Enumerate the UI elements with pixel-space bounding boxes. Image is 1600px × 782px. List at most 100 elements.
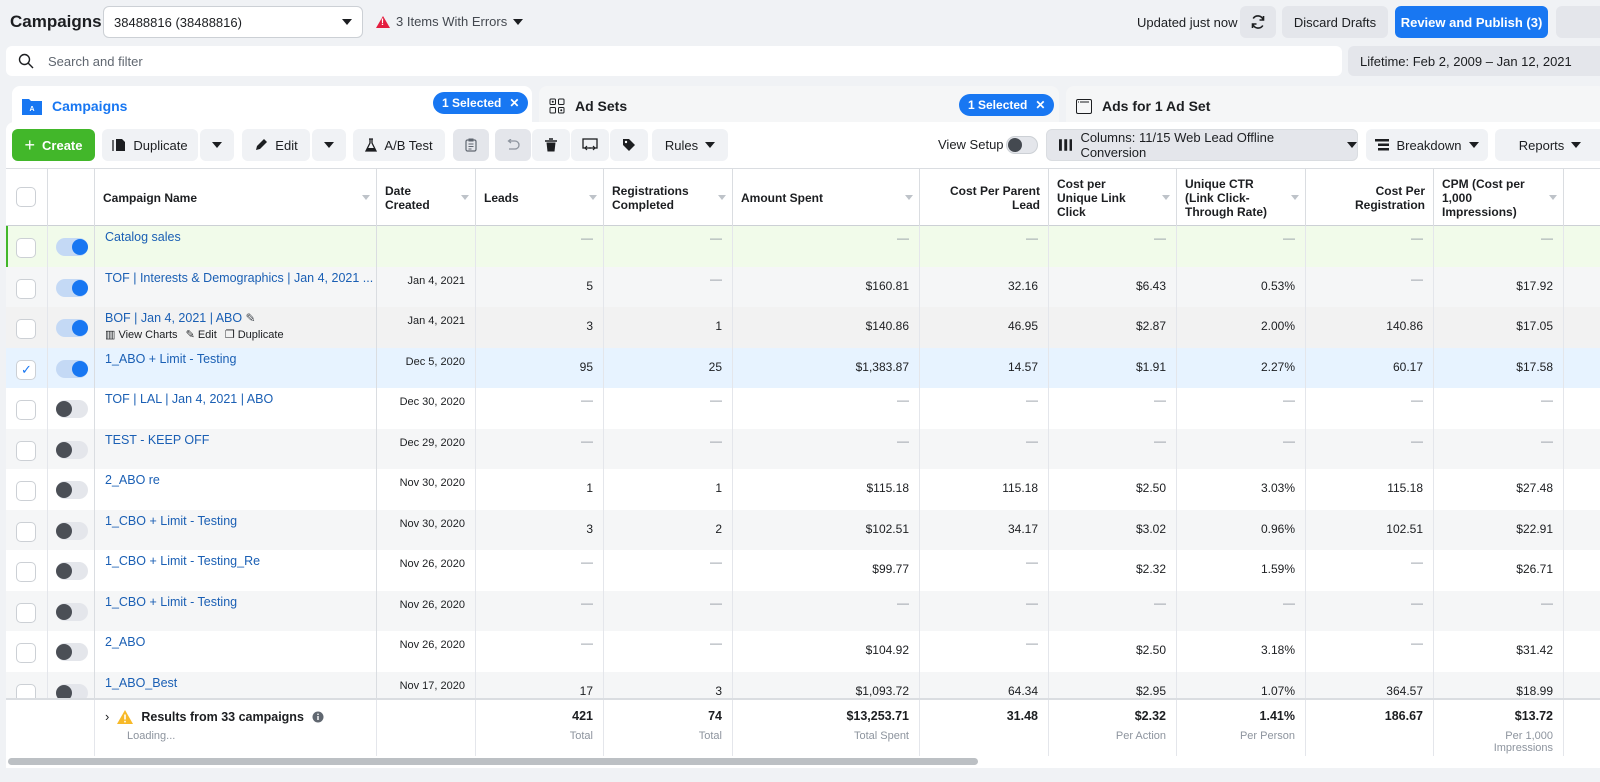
tag-button[interactable] [610,129,648,161]
campaign-name-link[interactable]: Catalog sales [105,230,181,244]
preview-button[interactable] [571,129,609,161]
discard-drafts-button[interactable]: Discard Drafts [1282,6,1388,38]
row-checkbox[interactable] [16,643,36,663]
campaign-name-link[interactable]: BOF | Jan 4, 2021 | ABO [105,311,242,325]
close-icon[interactable]: ✕ [1035,98,1045,112]
expand-chevron-icon[interactable]: › [105,709,109,724]
view-setup-toggle[interactable] [1006,136,1038,154]
header-cost-per-unique-link-click[interactable]: Cost per Unique Link Click [1049,169,1177,226]
campaign-name-link[interactable]: 2_ABO [105,635,145,649]
row-checkbox[interactable] [16,238,36,258]
ab-test-button[interactable]: A/B Test [353,129,445,161]
create-button[interactable]: + Create [12,129,95,161]
header-date-created[interactable]: Date Created [377,169,476,226]
errors-dropdown[interactable]: 3 Items With Errors [376,14,524,29]
edit-dropdown-button[interactable] [312,129,346,161]
campaign-name-link[interactable]: 1_CBO + Limit - Testing [105,595,237,609]
row-checkbox[interactable] [16,602,36,623]
columns-button[interactable]: Columns: 11/15 Web Lead Offline Conversi… [1046,129,1358,161]
adsets-selected-pill[interactable]: 1 Selected ✕ [959,94,1055,116]
row-checkbox[interactable] [16,481,36,501]
duplicate-dropdown-button[interactable] [200,129,234,161]
campaign-toggle[interactable] [56,278,88,297]
tab-campaigns[interactable]: A Campaigns 1 Selected ✕ [12,86,532,126]
campaign-toggle[interactable] [56,319,88,337]
campaign-toggle[interactable] [56,440,88,459]
campaign-name-link[interactable]: TOF | Interests & Demographics | Jan 4, … [105,271,373,285]
table-row[interactable]: 1_ABO + Limit - TestingDec 5, 20209525$1… [6,347,1600,388]
more-button[interactable] [1556,6,1600,38]
campaign-name-link[interactable]: TOF | LAL | Jan 4, 2021 | ABO [105,392,273,406]
cell-select [6,631,48,672]
duplicate-link[interactable]: ❐ Duplicate [225,328,284,341]
row-checkbox[interactable] [16,440,36,461]
select-all-checkbox[interactable] [16,187,36,207]
campaign-name-link[interactable]: 1_CBO + Limit - Testing_Re [105,554,260,568]
campaign-toggle[interactable] [56,481,88,499]
close-icon[interactable]: ✕ [509,96,519,110]
row-checkbox[interactable] [16,319,36,339]
date-range-picker[interactable]: Lifetime: Feb 2, 2009 – Jan 12, 2021 [1348,46,1600,76]
campaign-toggle[interactable] [56,238,88,256]
table-row[interactable]: 1_CBO + Limit - Testing Nov 30, 2020 3 2 $10… [6,509,1600,550]
footer-cpm: $13.72 Per 1,000 Impressions [1434,700,1564,756]
campaign-name-link[interactable]: 1_CBO + Limit - Testing [105,514,237,528]
campaign-toggle[interactable] [56,562,88,580]
row-checkbox[interactable] [16,521,36,542]
table-row[interactable]: BOF | Jan 4, 2021 | ABO ✎ ▥ View Charts ✎ … [6,307,1600,348]
row-checkbox[interactable] [16,562,36,582]
view-charts-link[interactable]: ▥ View Charts [105,328,178,341]
tab-ad-sets[interactable]: Ad Sets 1 Selected ✕ [539,86,1059,126]
header-amount-spent[interactable]: Amount Spent [733,169,920,226]
table-row[interactable]: TEST - KEEP OFF Dec 29, 2020— — — — — — — — [6,428,1600,469]
rules-button[interactable]: Rules [652,129,728,161]
row-checkbox[interactable] [16,400,36,420]
campaign-toggle[interactable] [56,400,88,418]
table-row[interactable]: Catalog sales — — — — — — — — [6,226,1600,267]
delete-button[interactable] [532,129,570,161]
campaign-toggle[interactable] [56,643,88,661]
chevron-down-icon [705,142,716,148]
campaign-name-link[interactable]: 2_ABO re [105,473,160,487]
info-icon[interactable] [312,711,324,723]
footer-reg: 74 Total [604,700,733,756]
campaign-toggle[interactable] [56,521,88,540]
campaign-toggle[interactable] [56,359,88,378]
campaign-toggle[interactable] [56,602,88,621]
campaign-name-link[interactable]: TEST - KEEP OFF [105,433,209,447]
header-unique-ctr[interactable]: Unique CTR (Link Click-Through Rate) [1177,169,1306,226]
edit-button[interactable]: Edit [242,129,310,161]
table-row[interactable]: TOF | LAL | Jan 4, 2021 | ABO Dec 30, 202… [6,388,1600,429]
header-cost-per-parent-lead[interactable]: Cost Per Parent Lead [920,169,1049,226]
clipboard-button[interactable] [453,129,489,161]
row-checkbox[interactable] [16,359,36,380]
refresh-button[interactable] [1240,6,1276,38]
table-row[interactable]: 2_ABO re Nov 30, 2020 1 1 $115.18 115.18 $2.50… [6,469,1600,510]
undo-button[interactable] [495,129,531,161]
header-cpm[interactable]: CPM (Cost per 1,000 Impressions) [1434,169,1564,226]
tab-ads[interactable]: Ads for 1 Ad Set [1066,86,1600,126]
edit-link[interactable]: ✎ Edit [186,328,217,341]
search-input[interactable] [48,53,1248,69]
campaigns-selected-pill[interactable]: 1 Selected ✕ [433,92,529,114]
horizontal-scrollbar[interactable] [8,758,978,765]
campaign-name-link[interactable]: 1_ABO + Limit - Testing [105,352,236,366]
cell-cost-per-parent-lead: — [920,590,1049,631]
table-row[interactable]: 1_CBO + Limit - Testing Nov 26, 2020— — — — —… [6,590,1600,631]
review-publish-button[interactable]: Review and Publish (3) [1395,6,1548,38]
table-row[interactable]: 1_CBO + Limit - Testing_Re Nov 26, 2020— —… [6,550,1600,591]
table-row[interactable]: TOF | Interests & Demographics | Jan 4, … [6,266,1600,307]
rename-pencil-icon[interactable]: ✎ [242,311,255,325]
breakdown-button[interactable]: Breakdown [1366,129,1488,161]
row-checkbox[interactable] [16,278,36,299]
table-row[interactable]: 2_ABO Nov 26, 2020— — $104.92— $2.50 3.18% — $3… [6,631,1600,672]
reports-button[interactable]: Reports [1495,129,1600,161]
header-registrations[interactable]: Registrations Completed [604,169,733,226]
account-select[interactable]: 38488816 (38488816) [103,6,363,38]
header-campaign-name[interactable]: Campaign Name [95,169,377,226]
campaign-name-link[interactable]: 1_ABO_Best [105,676,177,690]
header-cost-per-registration[interactable]: Cost Per Registration [1306,169,1434,226]
duplicate-button[interactable]: Duplicate [102,129,198,161]
footer-date [377,700,476,756]
header-leads[interactable]: Leads [476,169,604,226]
